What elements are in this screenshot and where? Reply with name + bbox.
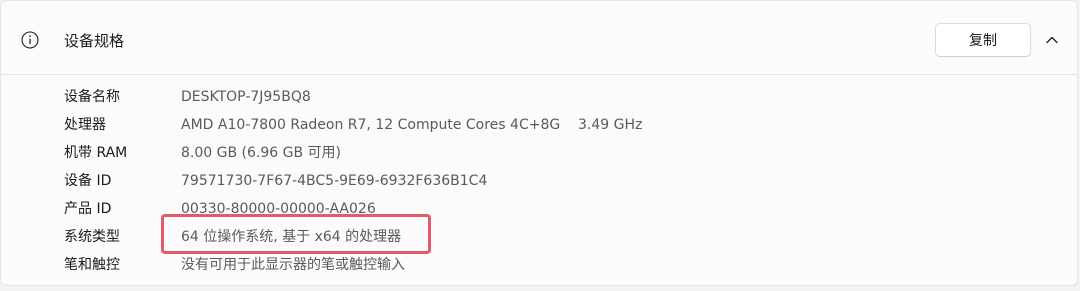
device-specs-header[interactable]: 设备规格 复制 <box>1 1 1077 75</box>
spec-row-pen-touch: 笔和触控 没有可用于此显示器的笔或触控输入 <box>1 251 1077 279</box>
section-title: 设备规格 <box>64 32 125 50</box>
spec-label: 设备名称 <box>64 89 120 105</box>
spec-label: 系统类型 <box>64 229 120 245</box>
device-specs-card: 设备规格 复制 设备名称 DESKTOP-7J95BQ8 处理器 AMD A10… <box>0 0 1078 286</box>
spec-label: 笔和触控 <box>64 257 120 273</box>
spec-row-ram: 机带 RAM 8.00 GB (6.96 GB 可用) <box>1 139 1077 167</box>
chevron-up-icon[interactable] <box>1043 31 1061 49</box>
spec-value: 64 位操作系统, 基于 x64 的处理器 <box>181 229 402 245</box>
spec-row-device-name: 设备名称 DESKTOP-7J95BQ8 <box>1 83 1077 111</box>
spec-row-system-type: 系统类型 64 位操作系统, 基于 x64 的处理器 <box>1 223 1077 251</box>
spec-value: 没有可用于此显示器的笔或触控输入 <box>181 257 405 273</box>
spec-value: 8.00 GB (6.96 GB 可用) <box>181 145 341 161</box>
spec-value: AMD A10-7800 Radeon R7, 12 Compute Cores… <box>181 117 643 133</box>
info-icon <box>21 31 39 49</box>
spec-row-processor: 处理器 AMD A10-7800 Radeon R7, 12 Compute C… <box>1 111 1077 139</box>
specs-list: 设备名称 DESKTOP-7J95BQ8 处理器 AMD A10-7800 Ra… <box>1 83 1077 279</box>
spec-label: 处理器 <box>64 117 106 133</box>
spec-label: 设备 ID <box>64 173 112 189</box>
spec-label: 机带 RAM <box>64 145 128 161</box>
copy-button[interactable]: 复制 <box>935 23 1031 57</box>
spec-value: 79571730-7F67-4BC5-9E69-6932F636B1C4 <box>181 173 488 189</box>
spec-row-product-id: 产品 ID 00330-80000-00000-AA026 <box>1 195 1077 223</box>
spec-value: DESKTOP-7J95BQ8 <box>181 89 311 105</box>
spec-label: 产品 ID <box>64 201 112 217</box>
spec-row-device-id: 设备 ID 79571730-7F67-4BC5-9E69-6932F636B1… <box>1 167 1077 195</box>
spec-value: 00330-80000-00000-AA026 <box>181 201 376 217</box>
